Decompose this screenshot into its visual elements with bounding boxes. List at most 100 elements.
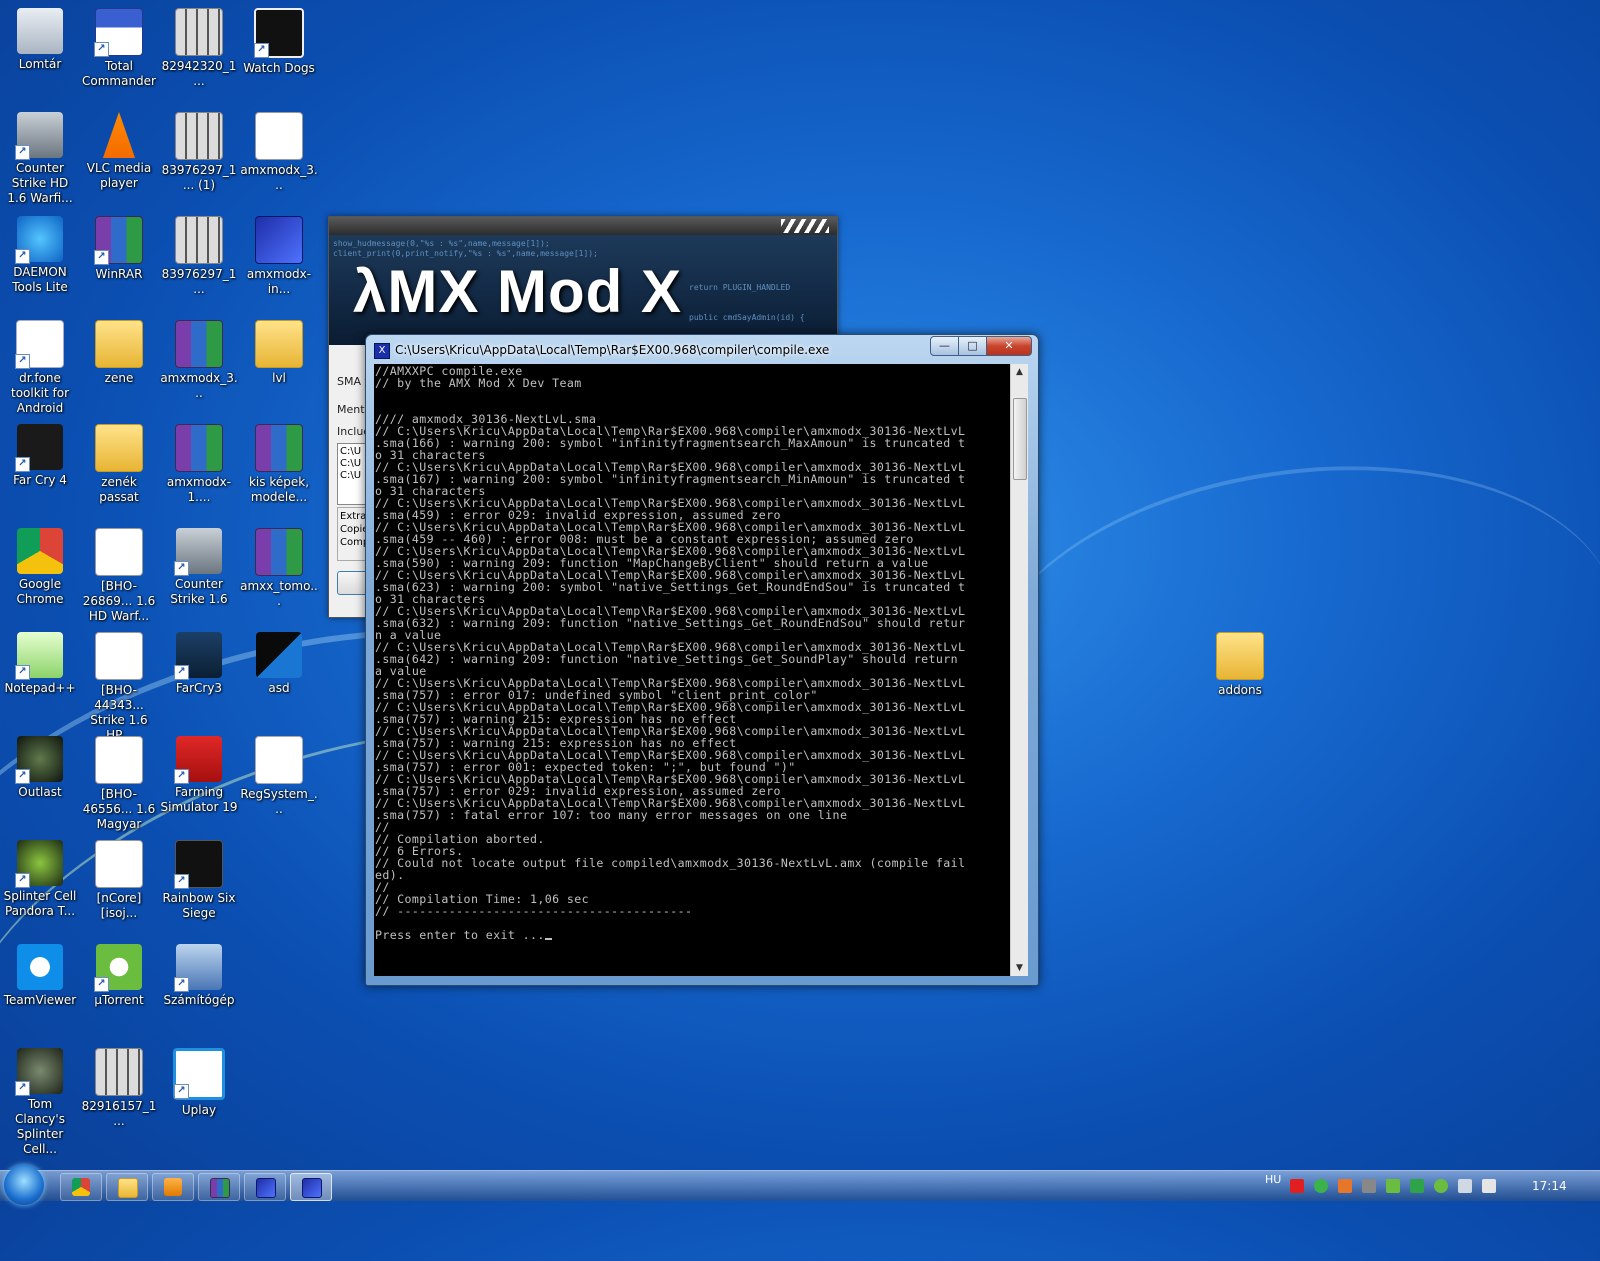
desktop-icon-watch-dogs[interactable]: ↗ Watch Dogs [240,8,318,76]
icon-label: Tom Clancy's Splinter Cell... [15,1097,65,1156]
desktop-icon-drfone[interactable]: ↗ dr.fone toolkit for Android [1,320,79,416]
volume-icon[interactable] [1482,1179,1496,1193]
desktop-icon-photo-83976297-1[interactable]: 83976297_1... (1) [160,112,238,193]
desktop-icon-outlast[interactable]: ↗ Outlast [1,736,79,800]
tray-app-icon[interactable] [1362,1179,1376,1193]
desktop-icon-uplay[interactable]: ↗ Uplay [160,1048,238,1118]
desktop-icon-szamitogep[interactable]: ↗ Számítógép [160,944,238,1008]
banner-code-line: show_hudmessage(0,"%s : %s",name,message… [333,239,550,248]
desktop-icon-zene[interactable]: zene [80,320,158,386]
desktop-icon-teamviewer[interactable]: TeamViewer [1,944,79,1008]
desktop-icon-google-chrome[interactable]: Google Chrome [1,528,79,607]
desktop-icon-zenek-passat[interactable]: zenék passat [80,424,158,505]
taskbar-chrome[interactable] [60,1173,102,1201]
icon-label: amxmodx-1.... [166,475,232,504]
desktop-icon-daemon-tools[interactable]: ↗ DAEMON Tools Lite [1,216,79,295]
desktop-icon-torrent-file-1[interactable]: [BHO-26869... 1.6 HD Warf... [80,528,158,624]
desktop-icon-photo-83976297[interactable]: 83976297_1... [160,216,238,297]
tray-app-icon[interactable] [1314,1179,1328,1193]
desktop-icon-regsystem[interactable]: RegSystem_... [240,736,318,817]
minimize-button[interactable]: — [930,336,959,356]
icon-label: 82942320_1... [161,59,237,88]
desktop-icon-splinter-cell[interactable]: ↗ Tom Clancy's Splinter Cell... [1,1048,79,1157]
scroll-up-arrow-icon[interactable]: ▲ [1011,364,1028,380]
icon-label: addons [1218,683,1262,697]
utorrent-tray-icon[interactable] [1434,1179,1448,1193]
desktop-icon-amxmodx-archive-1[interactable]: amxmodx_3... [160,320,238,401]
desktop-icon-winrar[interactable]: ↗ WinRAR [80,216,158,282]
desktop-icon-torrent-file-4[interactable]: [nCore][isoj... [80,840,158,921]
desktop-icon-asd[interactable]: asd [240,632,318,696]
desktop-icon-rainbow-six[interactable]: ↗ Rainbow Six Siege [160,840,238,921]
torrent-file-icon [95,528,143,576]
desktop-icon-torrent-file-3[interactable]: [BHO-46556... 1.6 Magyar [80,736,158,832]
desktop-icon-torrent-file-2[interactable]: [BHO-44343... Strike 1.6 HP... [80,632,158,743]
tray-app-icon[interactable] [1338,1179,1352,1193]
desktop-icon-farcry3[interactable]: ↗ FarCry3 [160,632,238,696]
compile-console-window[interactable]: X C:\Users\Kricu\AppData\Local\Temp\Rar$… [365,334,1039,986]
desktop-icon-photo-82942320[interactable]: 82942320_1... [160,8,238,89]
blank-file-icon [255,736,303,784]
icon-label: [nCore][isoj... [96,891,142,920]
shortcut-arrow-icon: ↗ [174,769,189,784]
desktop-icon-total-commander[interactable]: ↗ Total Commander [80,8,158,89]
console-titlebar[interactable]: X C:\Users\Kricu\AppData\Local\Temp\Rar$… [366,335,1038,363]
taskbar: HU 17:14 [0,1165,1600,1205]
desktop-icon-lvl[interactable]: lvl [240,320,318,386]
amx-window-titlebar[interactable] [329,217,837,235]
console-output-area[interactable]: //AMXXPC compile.exe // by the AMX Mod X… [374,364,1010,976]
desktop-icon-counter-strike-16[interactable]: ↗ Counter Strike 1.6 [160,528,238,607]
far-cry-4-icon: ↗ [15,424,63,472]
desktop-icon-lomtar[interactable]: Lomtár [1,8,79,72]
desktop-icon-kis-kepek[interactable]: kis képek, modele... [240,424,318,505]
desktop-icon-notepad-plus-plus[interactable]: ↗ Notepad++ [1,632,79,696]
icon-label: TeamViewer [3,993,77,1007]
language-indicator[interactable]: HU [1265,1173,1281,1186]
scroll-down-arrow-icon[interactable]: ▼ [1011,960,1028,976]
desktop-icon-amxmodx-archive-2[interactable]: amxmodx-1.... [160,424,238,505]
taskbar-winrar[interactable] [198,1173,240,1201]
console-output-text: //AMXXPC compile.exe // by the AMX Mod X… [375,364,966,942]
tray-app-icon[interactable] [1290,1179,1304,1193]
winrar-archive-icon [255,528,303,576]
taskbar-compile-console[interactable] [290,1173,332,1201]
close-button[interactable]: ✕ [986,336,1032,356]
start-button[interactable] [4,1165,44,1205]
amxmodx-icon [256,1178,276,1198]
amx-logo: λMX Mod X [353,258,683,325]
taskbar-amx-installer[interactable] [244,1173,286,1201]
clock[interactable]: 17:14 [1532,1179,1567,1193]
icon-label: amxx_tomo... [240,579,318,608]
icon-label: [BHO-44343... Strike 1.6 HP... [90,683,148,742]
icon-label: Splinter Cell Pandora T... [3,889,77,918]
desktop-icon-splinter-cell-pandora[interactable]: ↗ Splinter Cell Pandora T... [1,840,79,919]
desktop-icon-far-cry-4[interactable]: ↗ Far Cry 4 [1,424,79,488]
floppy-disk-icon: ↗ [94,8,143,57]
shortcut-arrow-icon: ↗ [174,874,189,889]
desktop-icon-vlc[interactable]: VLC media player [80,112,158,191]
desktop-icon-farming-simulator[interactable]: ↗ Farming Simulator 19 [160,736,238,815]
icon-label: Farming Simulator 19 [160,785,238,814]
desktop-icon-amxmodx-doc[interactable]: amxmodx_3... [240,112,318,193]
desktop-icon-amxx-tomo[interactable]: amxx_tomo... [240,528,318,609]
icon-label: 83976297_1... [161,267,237,296]
tray-app-icon[interactable] [1386,1179,1400,1193]
desktop-icon-amxmodx-installer[interactable]: amxmodx-in... [240,216,318,297]
desktop-icon-counter-strike-hd[interactable]: ↗ Counter Strike HD 1.6 Warfi... [1,112,79,206]
maximize-button[interactable]: □ [958,336,987,356]
icon-label: amxmodx_3... [160,371,238,400]
network-icon[interactable] [1458,1179,1472,1193]
watch-dogs-icon: ↗ [254,8,304,58]
banner-code-text: show_hudmessage(0,"%s : %s",name,message… [333,239,598,259]
winrar-icon [210,1178,230,1198]
counter-strike-icon: ↗ [174,528,222,576]
desktop-icon-addons[interactable]: addons [1201,632,1279,698]
tray-app-icon[interactable] [1410,1179,1424,1193]
console-scrollbar[interactable]: ▲ ▼ [1010,364,1028,976]
taskbar-explorer[interactable] [106,1173,148,1201]
desktop-icon-photo-82916157[interactable]: 82916157_1... [80,1048,158,1129]
scrollbar-thumb[interactable] [1013,398,1027,480]
desktop-icon-utorrent[interactable]: ↗ µTorrent [80,944,158,1008]
taskbar-media-player[interactable] [152,1173,194,1201]
icon-label: µTorrent [94,993,144,1007]
